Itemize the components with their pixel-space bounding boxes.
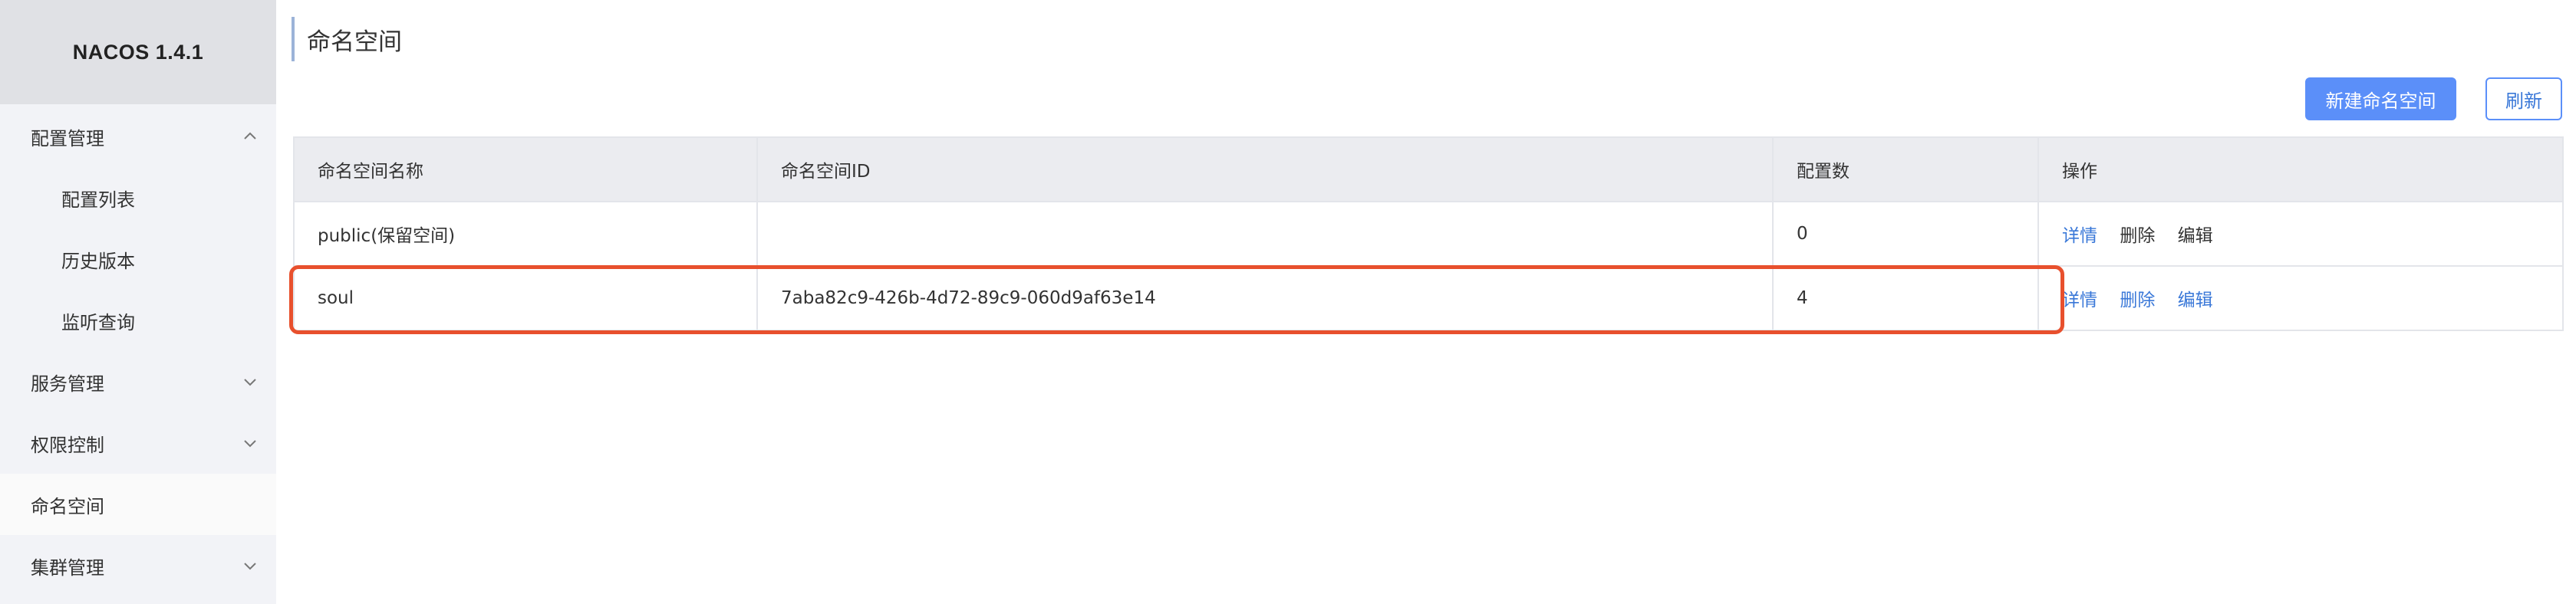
page-title: 命名空间	[292, 17, 402, 61]
sidebar-item-label: 历史版本	[61, 250, 135, 272]
column-header-config-count: 配置数	[1772, 136, 2039, 202]
table-row: soul 7aba82c9-426b-4d72-89c9-060d9af63e1…	[293, 265, 2564, 331]
namespace-name-cell: public(保留空间)	[293, 201, 758, 267]
sidebar-item-label: 监听查询	[61, 311, 135, 333]
sidebar-item-config-management[interactable]: 配置管理	[0, 106, 276, 167]
sidebar-item-label: 集群管理	[31, 556, 104, 579]
main-content: 命名空间 新建命名空间 刷新 命名空间名称 命名空间ID 配置数 操作 publ…	[276, 0, 2576, 604]
sidebar-item-label: 命名空间	[31, 495, 104, 517]
namespace-table: 命名空间名称 命名空间ID 配置数 操作 public(保留空间) 0 详情 删…	[293, 136, 2564, 331]
chevron-down-icon	[241, 434, 259, 452]
sidebar-item-config-list[interactable]: 配置列表	[0, 167, 276, 228]
chevron-down-icon	[241, 373, 259, 391]
details-link[interactable]: 详情	[2062, 226, 2097, 246]
namespace-id-cell	[756, 201, 1774, 267]
sidebar-item-label: 配置列表	[61, 189, 135, 211]
table-header-row: 命名空间名称 命名空间ID 配置数 操作	[293, 136, 2564, 202]
edit-link[interactable]: 编辑	[2178, 226, 2213, 246]
sidebar-item-namespace[interactable]: 命名空间	[0, 474, 276, 535]
actions-cell: 详情 删除 编辑	[2037, 265, 2564, 331]
table-row: public(保留空间) 0 详情 删除 编辑	[293, 201, 2564, 267]
namespace-name-cell: soul	[293, 265, 758, 331]
chevron-up-icon	[241, 127, 259, 146]
namespace-id-cell: 7aba82c9-426b-4d72-89c9-060d9af63e14	[756, 265, 1774, 331]
refresh-button[interactable]: 刷新	[2485, 77, 2562, 120]
delete-link[interactable]: 删除	[2120, 291, 2155, 310]
actions-cell: 详情 删除 编辑	[2037, 201, 2564, 267]
sidebar: NACOS 1.4.1 配置管理 配置列表 历史版本 监听查询 服务管理 权限控…	[0, 0, 276, 604]
sidebar-item-label: 配置管理	[31, 127, 104, 149]
brand-logo: NACOS 1.4.1	[0, 0, 276, 104]
sidebar-item-cluster-management[interactable]: 集群管理	[0, 535, 276, 596]
column-header-namespace-name: 命名空间名称	[293, 136, 758, 202]
sidebar-item-label: 服务管理	[31, 373, 104, 395]
delete-link[interactable]: 删除	[2120, 226, 2155, 246]
edit-link[interactable]: 编辑	[2178, 291, 2213, 310]
config-count-cell: 4	[1772, 265, 2039, 331]
sidebar-item-service-management[interactable]: 服务管理	[0, 351, 276, 412]
sidebar-item-listener-query[interactable]: 监听查询	[0, 290, 276, 351]
chevron-down-icon	[241, 556, 259, 575]
sidebar-item-history[interactable]: 历史版本	[0, 228, 276, 290]
config-count-cell: 0	[1772, 201, 2039, 267]
details-link[interactable]: 详情	[2062, 291, 2097, 310]
sidebar-item-permission-control[interactable]: 权限控制	[0, 412, 276, 474]
column-header-namespace-id: 命名空间ID	[756, 136, 1774, 202]
create-namespace-button[interactable]: 新建命名空间	[2305, 77, 2456, 120]
sidebar-item-label: 权限控制	[31, 434, 104, 456]
column-header-actions: 操作	[2037, 136, 2564, 202]
